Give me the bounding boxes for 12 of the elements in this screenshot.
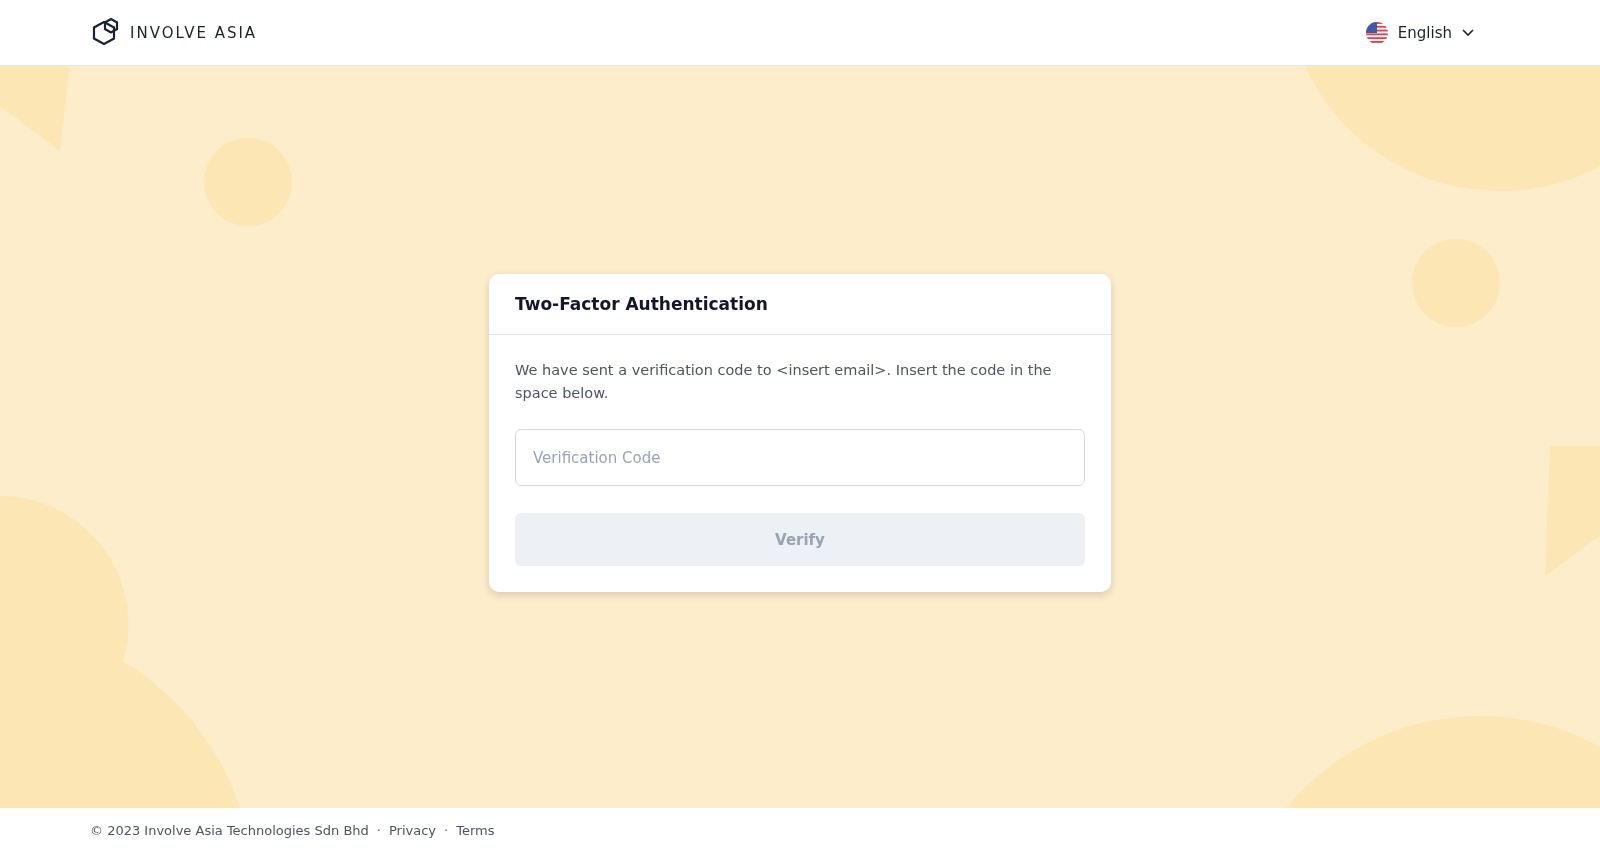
- separator-dot: ·: [376, 823, 381, 838]
- verification-code-field[interactable]: Verification Code: [515, 429, 1085, 486]
- card-title: Two-Factor Authentication: [515, 294, 769, 314]
- footer-link[interactable]: Privacy: [388, 823, 437, 838]
- logo-text: INVOLVE ASIA: [130, 23, 258, 42]
- separator-dot: ·: [444, 823, 449, 838]
- language-dropdown[interactable]: English: [1365, 21, 1474, 44]
- chevron-down-icon: [1462, 28, 1474, 37]
- flag-icon: [1365, 21, 1388, 44]
- copyright-text: © 2023 Involve Asia Technologies Sdn Bhd: [90, 823, 369, 838]
- instruction-text: We have sent a verification code to <insert email>. Insert the code in the space below.: [515, 361, 1053, 403]
- footer-link[interactable]: Terms: [456, 823, 495, 838]
